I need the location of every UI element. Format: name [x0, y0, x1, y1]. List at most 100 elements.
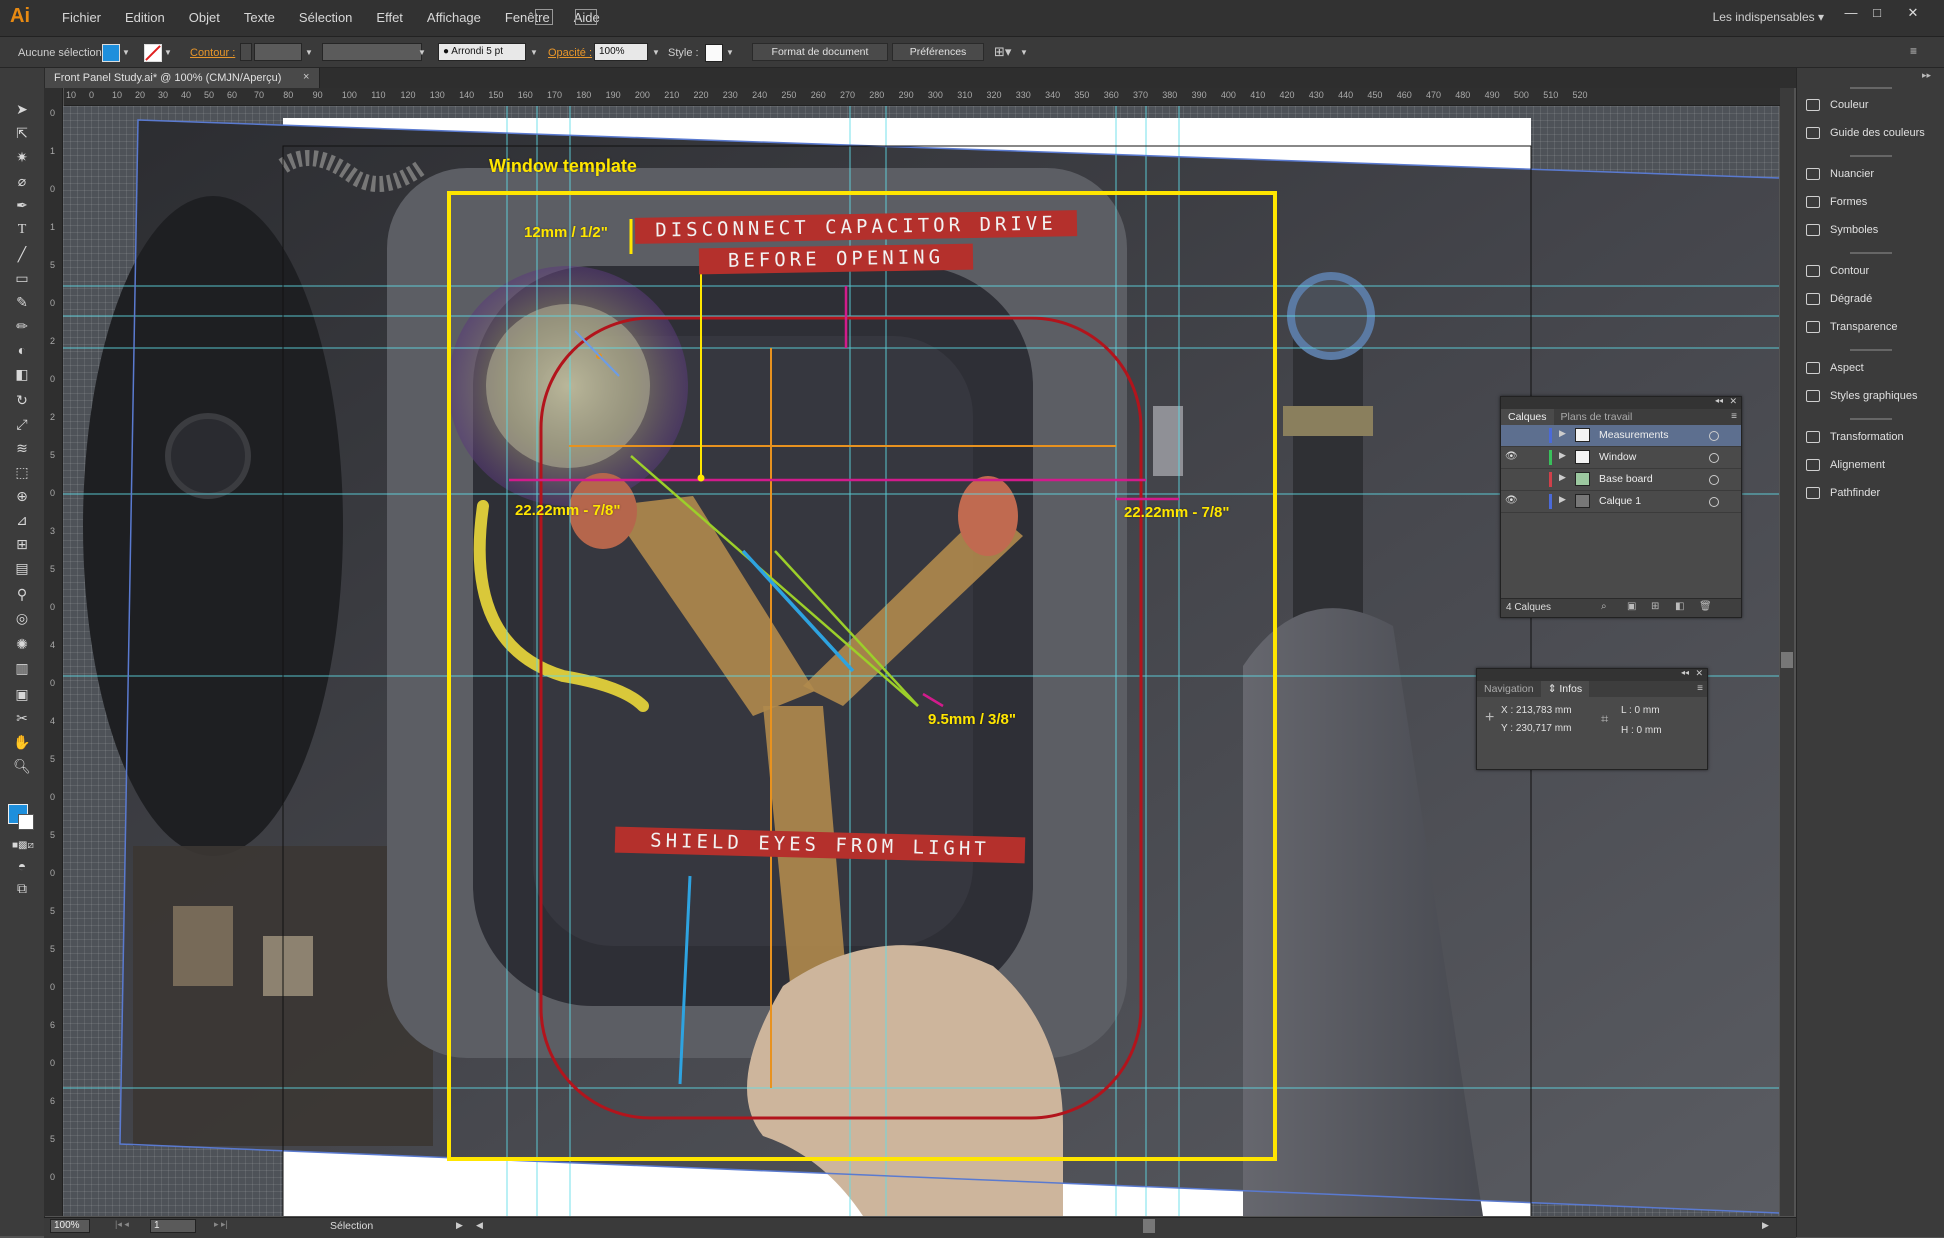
tab-navigation[interactable]: Navigation: [1477, 681, 1541, 697]
lasso-tool-icon[interactable]: ⌀: [12, 171, 32, 191]
dock-item-styles-graphiques[interactable]: Styles graphiques: [1800, 384, 1940, 408]
dock-item-formes[interactable]: Formes: [1800, 190, 1940, 214]
horizontal-scroll-thumb[interactable]: [1143, 1219, 1155, 1233]
screen-mode-icon[interactable]: ⧉: [12, 878, 32, 898]
layer-row[interactable]: ▶ Base board: [1501, 469, 1741, 491]
target-icon[interactable]: [1709, 497, 1719, 507]
opacity-field[interactable]: 100%: [594, 43, 648, 61]
info-panel-header[interactable]: ◂◂ ✕: [1477, 668, 1707, 681]
shape-builder-tool-icon[interactable]: ⊕: [12, 486, 32, 506]
stroke-swatch[interactable]: [18, 814, 34, 830]
color-mode-icons[interactable]: ■▩⧄: [12, 836, 34, 856]
target-icon[interactable]: [1709, 431, 1719, 441]
zoom-field[interactable]: 100%: [50, 1219, 90, 1233]
dock-item-couleur[interactable]: Couleur: [1800, 93, 1940, 117]
layer-row[interactable]: 👁︎ ▶ Window: [1501, 447, 1741, 469]
opacity-label[interactable]: Opacité :: [548, 47, 592, 59]
paintbrush-tool-icon[interactable]: ✎: [12, 292, 32, 312]
preferences-button[interactable]: Préférences: [892, 43, 984, 61]
dock-item-alignement[interactable]: Alignement: [1800, 453, 1940, 477]
perspective-grid-tool-icon[interactable]: ⊿: [12, 510, 32, 530]
close-tab-icon[interactable]: ×: [303, 71, 309, 83]
chevron-down-icon[interactable]: ▼: [164, 48, 172, 57]
chevron-down-icon[interactable]: ▼: [726, 48, 734, 57]
menu-effet[interactable]: Effet: [364, 0, 415, 36]
warp-tool-icon[interactable]: ≋: [12, 438, 32, 458]
document-tab[interactable]: Front Panel Study.ai* @ 100% (CMJN/Aperç…: [44, 68, 320, 88]
scale-tool-icon[interactable]: ⤢: [12, 414, 32, 434]
new-layer-icon[interactable]: ◧: [1675, 601, 1684, 612]
close-window-button[interactable]: ✕: [1900, 4, 1926, 22]
document-setup-button[interactable]: Format de document: [752, 43, 888, 61]
target-icon[interactable]: [1709, 475, 1719, 485]
magic-wand-tool-icon[interactable]: ✷: [12, 147, 32, 167]
menu-selection[interactable]: Sélection: [287, 0, 364, 36]
chevron-down-icon[interactable]: ▼: [122, 48, 130, 57]
draw-mode-icon[interactable]: ◓: [12, 856, 32, 876]
brush-definition-select[interactable]: ● Arrondi 5 pt: [438, 43, 526, 61]
scroll-right-arrow[interactable]: ▶: [1762, 1220, 1769, 1231]
gradient-tool-icon[interactable]: ▤: [12, 558, 32, 578]
layer-row[interactable]: 👁︎ ▶ Calque 1: [1501, 491, 1741, 513]
menu-edition[interactable]: Edition: [113, 0, 177, 36]
menu-texte[interactable]: Texte: [232, 0, 287, 36]
bridge-icon[interactable]: [535, 9, 553, 25]
menu-affichage[interactable]: Affichage: [415, 0, 493, 36]
artboard-nav-next[interactable]: ▸ ▸|: [214, 1219, 228, 1230]
dock-item-aspect[interactable]: Aspect: [1800, 356, 1940, 380]
variable-width-profile[interactable]: [322, 43, 422, 61]
hand-tool-icon[interactable]: ✋: [12, 732, 32, 752]
selection-tool-icon[interactable]: ➤: [12, 99, 32, 119]
menu-objet[interactable]: Objet: [177, 0, 232, 36]
eyedropper-tool-icon[interactable]: ⚲: [12, 584, 32, 604]
chevron-down-icon[interactable]: ▼: [305, 48, 313, 57]
tab-calques[interactable]: Calques: [1501, 409, 1554, 425]
artboard-nav-first[interactable]: |◂ ◂: [115, 1219, 129, 1230]
direct-selection-tool-icon[interactable]: ⇱: [12, 123, 32, 143]
locate-object-icon[interactable]: ⌕: [1601, 601, 1607, 612]
layers-panel-header[interactable]: ◂◂ ✕: [1501, 396, 1741, 409]
dock-item-transformation[interactable]: Transformation: [1800, 425, 1940, 449]
clipping-mask-icon[interactable]: ▣: [1627, 601, 1636, 612]
stroke-color-swatch[interactable]: [144, 44, 162, 62]
chevron-down-icon[interactable]: ▼: [418, 48, 426, 57]
collapse-icon[interactable]: ◂◂: [1681, 668, 1689, 677]
slice-tool-icon[interactable]: ✂: [12, 708, 32, 728]
close-icon[interactable]: ✕: [1729, 396, 1737, 407]
current-tool-status[interactable]: Sélection: [330, 1220, 373, 1232]
close-icon[interactable]: ✕: [1695, 668, 1703, 679]
rectangle-tool-icon[interactable]: ▭: [12, 268, 32, 288]
zoom-tool-icon[interactable]: 🔍︎: [12, 756, 32, 776]
new-sublayer-icon[interactable]: ⊞: [1651, 601, 1659, 612]
chevron-down-icon[interactable]: ▼: [1020, 48, 1028, 57]
scrollbar-thumb[interactable]: [1781, 652, 1793, 668]
panel-menu-icon[interactable]: ≡: [1731, 409, 1741, 425]
expand-triangle-icon[interactable]: ▶: [1559, 472, 1566, 483]
menu-fichier[interactable]: Fichier: [50, 0, 113, 36]
expand-triangle-icon[interactable]: ▶: [1559, 428, 1566, 439]
artboard-number-field[interactable]: 1: [150, 1219, 196, 1233]
stroke-label[interactable]: Contour :: [190, 47, 235, 59]
tab-infos[interactable]: ⇕ Infos: [1540, 681, 1590, 697]
rotate-tool-icon[interactable]: ↻: [12, 390, 32, 410]
dock-item-symboles[interactable]: Symboles: [1800, 218, 1940, 242]
blob-brush-tool-icon[interactable]: ◐: [12, 340, 32, 360]
scroll-left-arrow[interactable]: ◀: [476, 1220, 483, 1231]
dock-item-transparence[interactable]: Transparence: [1800, 315, 1940, 339]
chevron-down-icon[interactable]: ▼: [652, 48, 660, 57]
eye-icon[interactable]: 👁︎: [1505, 495, 1519, 506]
dock-item-nuancier[interactable]: Nuancier: [1800, 162, 1940, 186]
eraser-tool-icon[interactable]: ◧: [12, 364, 32, 384]
dock-item-pathfinder[interactable]: Pathfinder: [1800, 481, 1940, 505]
pencil-tool-icon[interactable]: ✏: [12, 316, 32, 336]
expand-triangle-icon[interactable]: ▶: [1559, 450, 1566, 461]
workspace-switcher[interactable]: Les indispensables ▾: [1713, 10, 1824, 24]
minimize-button[interactable]: —: [1838, 4, 1864, 22]
dock-item-contour[interactable]: Contour: [1800, 259, 1940, 283]
tab-plans-de-travail[interactable]: Plans de travail: [1554, 409, 1640, 425]
pen-tool-icon[interactable]: ✒: [12, 195, 32, 215]
trash-icon[interactable]: 🗑︎: [1699, 601, 1712, 612]
expand-triangle-icon[interactable]: ▶: [1559, 494, 1566, 505]
layer-name[interactable]: Measurements: [1599, 429, 1668, 441]
layer-name[interactable]: Base board: [1599, 473, 1653, 485]
